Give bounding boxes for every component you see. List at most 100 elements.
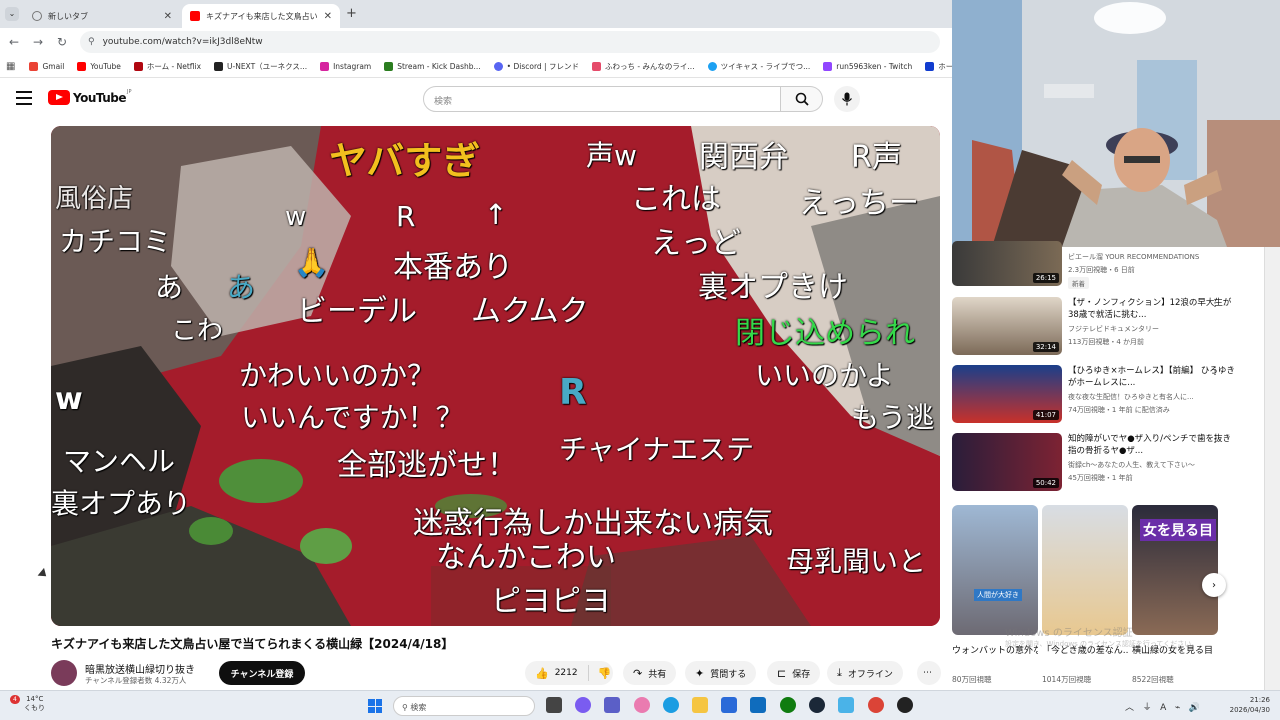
- comment: これは: [631, 182, 721, 217]
- chrome-icon[interactable]: [868, 697, 884, 713]
- subscriber-count: チャンネル登録者数 4.32万人: [85, 676, 187, 685]
- close-tab-icon[interactable]: ✕: [324, 11, 332, 22]
- xbox-icon[interactable]: [780, 697, 796, 713]
- close-tab-icon[interactable]: ✕: [164, 11, 172, 22]
- browser-tab-bar: ⌄ 新しいタブ ✕ キズナアイも来店した文鳥占い屋で ✕ +: [0, 0, 952, 28]
- app-icon[interactable]: [634, 697, 650, 713]
- tab-list-dropdown-icon[interactable]: ⌄: [5, 7, 19, 21]
- bookmark-item[interactable]: Instagram: [320, 62, 371, 71]
- bookmark-item[interactable]: YouTube: [77, 62, 121, 71]
- recommendation-item[interactable]: 41:07 【ひろゆき×ホームレス】【前編】 ひろゆきがホームレスに... 夜な…: [952, 365, 1264, 427]
- app-icon[interactable]: [838, 697, 854, 713]
- comment: 風俗店: [55, 184, 134, 214]
- reload-icon[interactable]: ↻: [50, 35, 74, 49]
- short-thumbnail-text: 人間が大好き: [974, 589, 1022, 601]
- bookmark-item[interactable]: ふわっち - みんなのライ...: [591, 61, 695, 72]
- bookmark-item[interactable]: ホーム | Disney+(ディ: [925, 61, 952, 72]
- short-views: 1014万回視聴: [1042, 675, 1092, 684]
- next-arrow-button[interactable]: ›: [1202, 573, 1226, 597]
- save-button[interactable]: ⊏ 保存: [767, 661, 821, 685]
- comment: ピヨピヨ: [491, 584, 611, 619]
- taskbar-search[interactable]: ⚲ 検索: [393, 696, 535, 716]
- ellipsis-icon: ⋯: [923, 668, 932, 678]
- comment: 🙏: [294, 246, 329, 279]
- bookmark-item[interactable]: ホーム - Netflix: [133, 61, 201, 72]
- video-title: キズナアイも来店した文鳥占い屋で当てられまくる横山緑【2024/4/18】: [51, 637, 454, 651]
- search-icon: [795, 92, 809, 106]
- bookmark-icon: ⊏: [777, 666, 787, 680]
- bookmark-item[interactable]: U-NEXT（ユーネクス...: [214, 61, 307, 72]
- short-thumbnail[interactable]: [1042, 505, 1128, 635]
- channel-row: 暗黒放送横山緑切り抜き チャンネル登録者数 4.32万人 チャンネル登録 👍 2…: [51, 660, 951, 686]
- dislike-button[interactable]: 👎: [589, 667, 621, 680]
- more-options-icon[interactable]: ⋮: [1210, 366, 1220, 377]
- file-explorer-icon[interactable]: [692, 697, 708, 713]
- tab-youtube-video[interactable]: キズナアイも来店した文鳥占い屋で ✕: [182, 4, 340, 28]
- back-arrow-icon[interactable]: ←: [2, 35, 26, 49]
- more-options-icon[interactable]: ⋮: [1210, 434, 1220, 445]
- comment: ↑: [484, 198, 508, 231]
- recommendation-item[interactable]: 32:14 【ザ・ノンフィクション】12浪の早大生が38歳で就活に挑む... フ…: [952, 297, 1264, 359]
- youtube-icon: [77, 62, 87, 71]
- ask-button[interactable]: ✦ 質問する: [685, 661, 757, 685]
- tab-new-tab[interactable]: 新しいタブ ✕: [24, 4, 180, 28]
- clock[interactable]: 21:26 2026/04/30: [1218, 695, 1270, 715]
- new-tab-plus-icon[interactable]: +: [346, 6, 357, 21]
- task-view-icon[interactable]: [546, 697, 562, 713]
- comment: かわいいのか？: [239, 359, 436, 392]
- store-icon[interactable]: [721, 697, 737, 713]
- duration-badge: 41:07: [1032, 410, 1059, 420]
- bookmark-item[interactable]: • Discord | フレンド: [493, 61, 579, 72]
- comment: カチコミ: [59, 225, 172, 258]
- comment: 声w: [586, 139, 637, 172]
- forward-arrow-icon[interactable]: →: [26, 35, 50, 49]
- browser-toolbar: ← → ↻ ⚲ youtube.com/watch?v=ikJ3dl8eNtw: [0, 28, 952, 56]
- short-thumbnail[interactable]: 女を見る目: [1132, 505, 1218, 635]
- share-button[interactable]: ↷ 共有: [623, 661, 677, 685]
- video-thumbnail[interactable]: 32:14: [952, 297, 1062, 355]
- thumbs-down-icon: 👎: [597, 666, 612, 680]
- bookmark-item[interactable]: Stream - Kick Dashb...: [384, 62, 481, 71]
- download-icon: ⤓: [837, 666, 842, 679]
- short-thumbnail[interactable]: 人間が大好き: [952, 505, 1038, 635]
- edge-icon[interactable]: [663, 697, 679, 713]
- youtube-logo[interactable]: YouTube JP: [48, 89, 132, 105]
- weather-widget[interactable]: 4 14°C くもり: [10, 695, 45, 713]
- discord-icon: [493, 62, 503, 71]
- voice-search-button[interactable]: [834, 86, 860, 112]
- recommendation-item[interactable]: 50:42 知的障がいでヤ●ザ入り/ペンチで歯を抜き 指の骨折るヤ●ザ... 街…: [952, 433, 1264, 495]
- more-actions-button[interactable]: ⋯: [917, 661, 941, 685]
- copilot-icon[interactable]: [575, 697, 591, 713]
- apps-grid-icon[interactable]: ▦: [6, 61, 15, 72]
- video-thumbnail[interactable]: 50:42: [952, 433, 1062, 491]
- comment: R: [559, 372, 587, 413]
- site-info-icon[interactable]: ⚲: [88, 37, 95, 47]
- offline-button[interactable]: ⤓ オフライン: [827, 661, 903, 685]
- search-input[interactable]: 検索: [423, 86, 781, 112]
- video-thumbnail[interactable]: 41:07: [952, 365, 1062, 423]
- outlook-icon[interactable]: [750, 697, 766, 713]
- like-button[interactable]: 👍 2212: [525, 665, 589, 681]
- bookmark-item[interactable]: ツイキャス - ライブでつ...: [707, 61, 810, 72]
- chevron-right-icon: ›: [1212, 579, 1216, 591]
- short-views: 80万回視聴: [952, 675, 992, 684]
- video-player[interactable]: ヤバすぎ 声w 関西弁 R声 これは えっちー えっど R ↑ 本番あり 裏オプ…: [51, 126, 940, 626]
- more-options-icon[interactable]: ⋮: [1210, 298, 1220, 309]
- windows-start-icon[interactable]: [368, 699, 382, 713]
- teams-icon[interactable]: [604, 697, 620, 713]
- twitcasting-icon: [707, 62, 717, 71]
- system-tray[interactable]: ︿ ⏚ A ⌁ 🔊: [1125, 700, 1200, 713]
- comment: あ: [227, 271, 256, 304]
- bookmark-item[interactable]: Gmail: [29, 62, 64, 71]
- channel-name[interactable]: 暗黒放送横山緑切り抜き: [85, 661, 195, 676]
- video-thumbnail[interactable]: 26:15: [952, 241, 1062, 286]
- search-button[interactable]: [781, 86, 823, 112]
- address-bar[interactable]: ⚲ youtube.com/watch?v=ikJ3dl8eNtw: [80, 31, 940, 53]
- bookmarks-bar: ▦ Gmail YouTube ホーム - Netflix U-NEXT（ユーネ…: [0, 56, 952, 78]
- steam-icon[interactable]: [809, 697, 825, 713]
- subscribe-button[interactable]: チャンネル登録: [219, 661, 305, 685]
- menu-icon[interactable]: [16, 91, 32, 105]
- bookmark-item[interactable]: run5963ken - Twitch: [823, 62, 912, 71]
- app-icon[interactable]: [897, 697, 913, 713]
- channel-avatar[interactable]: [51, 660, 77, 686]
